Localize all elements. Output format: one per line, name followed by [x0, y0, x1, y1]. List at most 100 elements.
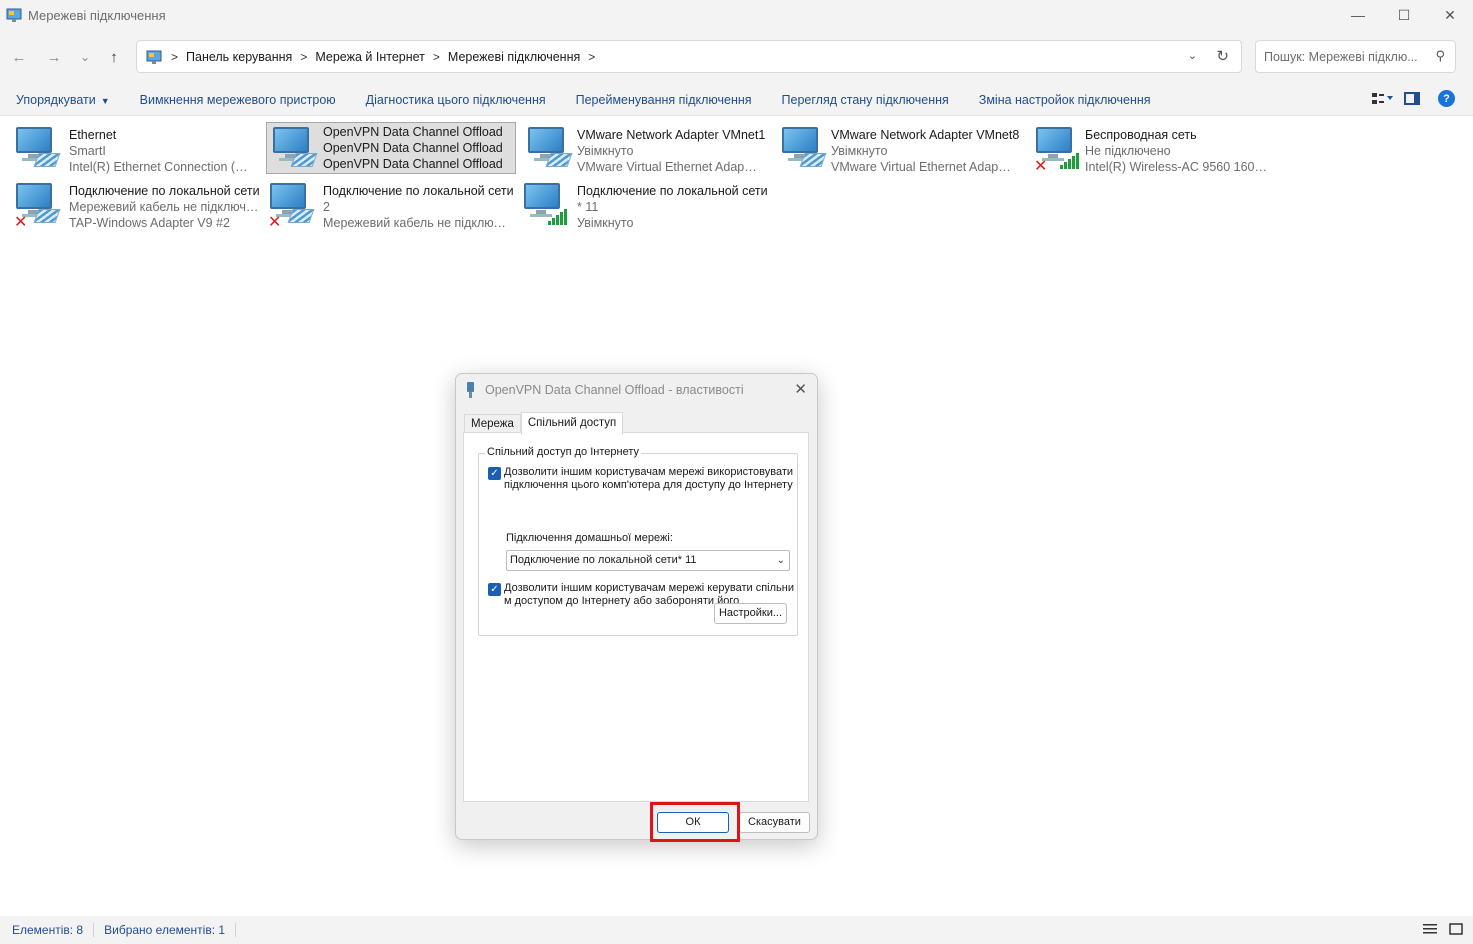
disable-device-button[interactable]: Вимкнення мережевого пристрою: [125, 93, 351, 107]
maximize-button[interactable]: ☐: [1381, 0, 1427, 30]
details-view-icon[interactable]: [1423, 923, 1437, 935]
recent-locations-button[interactable]: ⌄: [74, 46, 96, 68]
connection-local-11[interactable]: Подключение по локальной сети * 11 Увімк…: [508, 176, 768, 230]
connection-vmnet1[interactable]: VMware Network Adapter VMnet1 Увімкнуто …: [512, 120, 765, 174]
chevron-down-icon[interactable]: ⌄: [1188, 49, 1197, 62]
connection-device: Увімкнуто: [577, 216, 634, 230]
chevron-right-icon[interactable]: >: [433, 50, 440, 64]
forward-button[interactable]: →: [43, 46, 65, 68]
dialog-close-button[interactable]: ✕: [794, 380, 807, 398]
chevron-right-icon[interactable]: >: [588, 50, 595, 64]
connection-name: Ethernet: [69, 128, 117, 142]
wireless-network-icon: [522, 181, 567, 227]
connection-local-2[interactable]: ✕ Подключение по локальной сети 2 Мереже…: [254, 176, 514, 231]
error-x-icon: ✕: [14, 214, 28, 231]
dialog-title-bar: OpenVPN Data Channel Offload - властивос…: [456, 374, 817, 406]
connection-name: VMware Network Adapter VMnet1: [577, 128, 766, 142]
tab-sharing[interactable]: Спільний доступ: [520, 412, 624, 435]
ok-highlight-box: [650, 802, 740, 842]
dialog-tabs: Мережа Спільний доступ: [464, 412, 624, 435]
wired-network-icon: [526, 125, 573, 171]
internet-sharing-group: Спільний доступ до Інтернету ✓ Дозволити…: [478, 446, 798, 636]
wired-network-icon: [14, 125, 61, 171]
wired-network-icon: ✕: [268, 181, 315, 231]
allow-sharing-row[interactable]: ✓ Дозволити іншим користувачам мережі ви…: [488, 466, 794, 492]
home-network-label: Підключення домашньої мережі:: [506, 532, 673, 544]
connection-device: Intel(R) Ethernet Connection (7) I...: [69, 160, 254, 174]
breadcrumb-control-panel[interactable]: Панель керування: [186, 50, 292, 64]
search-box[interactable]: ⚲: [1255, 40, 1456, 73]
search-icon[interactable]: ⚲: [1435, 48, 1445, 64]
wireless-network-icon: ✕: [1034, 125, 1079, 175]
connection-device: VMware Virtual Ethernet Adapter ...: [577, 160, 760, 174]
connection-status: Увімкнуто: [577, 144, 634, 158]
connection-local-1[interactable]: ✕ Подключение по локальной сети Мережеви…: [0, 176, 261, 231]
connection-ethernet[interactable]: Ethernet SmartI Intel(R) Ethernet Connec…: [0, 120, 254, 174]
connection-openvpn[interactable]: OpenVPN Data Channel Offload OpenVPN Dat…: [266, 122, 516, 174]
status-bar: Елементів: 8 Вибрано елементів: 1: [0, 916, 1473, 944]
connection-device: VMware Virtual Ethernet Adapter ...: [831, 160, 1014, 174]
error-x-icon: ✕: [1034, 158, 1048, 175]
connection-status: Увімкнуто: [831, 144, 888, 158]
large-icons-view-icon[interactable]: [1449, 923, 1463, 935]
home-network-value: Подключение по локальной сети* 11: [510, 554, 697, 566]
connection-status: OpenVPN Data Channel Offload: [323, 141, 503, 155]
connection-device: Intel(R) Wireless-AC 9560 160MHz: [1085, 160, 1277, 174]
change-settings-button[interactable]: Зміна настройок підключення: [964, 93, 1166, 107]
connection-name: Беспроводная сеть: [1085, 128, 1197, 142]
network-adapter-icon: [466, 382, 475, 398]
window-title: Мережеві підключення: [28, 7, 166, 23]
connection-name: OpenVPN Data Channel Offload: [323, 125, 503, 139]
connection-name: Подключение по локальной сети: [69, 184, 260, 198]
connection-wireless[interactable]: ✕ Беспроводная сеть Не підключено Intel(…: [1020, 120, 1280, 175]
connection-device: TAP-Windows Adapter V9 #2: [69, 216, 230, 230]
chevron-down-icon[interactable]: ⌄: [777, 551, 785, 570]
sharing-tab-panel: Спільний доступ до Інтернету ✓ Дозволити…: [463, 432, 809, 802]
selected-count: Вибрано елементів: 1: [94, 923, 237, 937]
connection-device: OpenVPN Data Channel Offload: [323, 157, 503, 171]
allow-sharing-checkbox[interactable]: ✓: [488, 467, 501, 480]
change-view-icon[interactable]: [1372, 92, 1393, 105]
items-count: Елементів: 8: [0, 923, 95, 937]
diagnose-connection-button[interactable]: Діагностика цього підключення: [351, 93, 561, 107]
connection-status: Не підключено: [1085, 144, 1171, 158]
error-x-icon: ✕: [268, 214, 282, 231]
breadcrumb-network-internet[interactable]: Мережа й Інтернет: [315, 50, 425, 64]
network-connections-icon: [6, 7, 22, 23]
view-status-button[interactable]: Перегляд стану підключення: [767, 93, 964, 107]
home-network-select[interactable]: Подключение по локальной сети* 11 ⌄: [506, 550, 790, 571]
wired-network-icon: ✕: [14, 181, 61, 231]
connection-vmnet8[interactable]: VMware Network Adapter VMnet8 Увімкнуто …: [766, 120, 1019, 174]
command-bar: Упорядкувати ▼ Вимкнення мережевого прист…: [0, 84, 1473, 116]
organize-menu[interactable]: Упорядкувати ▼: [0, 93, 125, 107]
connection-status: * 11: [577, 200, 599, 214]
allow-sharing-label[interactable]: Дозволити іншим користувачам мережі вико…: [504, 466, 794, 492]
refresh-icon[interactable]: ↻: [1216, 47, 1229, 65]
preview-pane-icon[interactable]: [1404, 92, 1420, 105]
up-button[interactable]: ↑: [103, 46, 125, 68]
close-button[interactable]: ✕: [1427, 0, 1473, 30]
minimize-button[interactable]: —: [1335, 0, 1381, 30]
back-button[interactable]: ←: [8, 46, 30, 68]
settings-button[interactable]: Настройки...: [714, 603, 787, 624]
search-input[interactable]: [1264, 49, 1424, 64]
rename-connection-button[interactable]: Перейменування підключення: [561, 93, 767, 107]
help-icon[interactable]: ?: [1438, 90, 1455, 107]
caret-down-icon: ▼: [100, 95, 110, 106]
cancel-button[interactable]: Скасувати: [739, 812, 810, 833]
wired-network-icon: [780, 125, 827, 171]
connection-device: Мережевий кабель не підключе...: [323, 216, 509, 230]
wired-network-icon: [271, 125, 318, 171]
connection-name: Подключение по локальной сети: [577, 184, 768, 198]
connection-name: Подключение по локальной сети: [323, 184, 514, 198]
allow-control-checkbox[interactable]: ✓: [488, 583, 501, 596]
connection-status: Мережевий кабель не підключе...: [69, 200, 261, 214]
dialog-title: OpenVPN Data Channel Offload - властивос…: [485, 383, 744, 397]
address-bar[interactable]: > Панель керування > Мережа й Інтернет >…: [136, 40, 1242, 73]
breadcrumb-network-connections[interactable]: Мережеві підключення: [448, 50, 580, 64]
properties-dialog: OpenVPN Data Channel Offload - властивос…: [455, 373, 818, 840]
chevron-right-icon: >: [171, 49, 179, 64]
chevron-right-icon[interactable]: >: [300, 50, 307, 64]
control-panel-icon: [145, 48, 163, 66]
title-bar: Мережеві підключення — ☐ ✕: [0, 0, 1473, 30]
